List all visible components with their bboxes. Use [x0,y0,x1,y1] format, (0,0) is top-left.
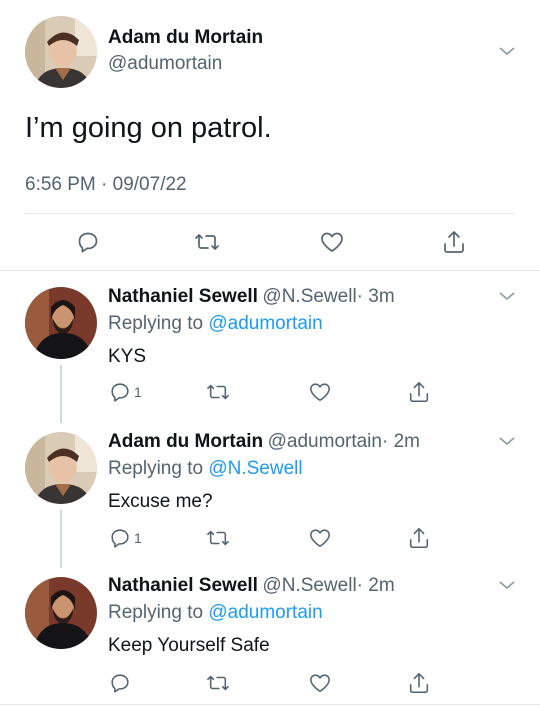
retweet-button[interactable] [206,381,230,403]
reply-text: Keep Yourself Safe [108,635,270,656]
reply-author-name[interactable]: Adam du Mortain [108,431,263,452]
reply-button[interactable] [109,672,134,694]
share-icon [409,381,429,403]
thread-connector [60,365,62,423]
reply-time[interactable]: · 2m [357,575,395,596]
like-button[interactable] [308,527,332,549]
divider [0,270,540,271]
like-button[interactable] [308,381,332,403]
like-icon [310,674,330,693]
reply-text: Excuse me? [108,491,213,512]
main-tweet-timestamp[interactable]: 6:56 PM · 09/07/22 [25,174,187,196]
reply-button[interactable]: 1 [109,527,142,549]
chevron-down-icon[interactable] [498,290,516,302]
retweet-icon [207,675,229,691]
reply-icon [111,529,129,548]
main-retweet-button[interactable] [194,230,220,254]
like-icon [321,232,343,252]
avatar-adam[interactable] [25,16,97,88]
share-icon [409,672,429,694]
chevron-down-icon[interactable] [498,435,516,447]
main-author-name[interactable]: Adam du Mortain [108,27,263,49]
reply-author-handle[interactable]: @N.Sewell [262,286,356,307]
thread-connector [60,510,62,568]
reply-author-name[interactable]: Nathaniel Sewell [108,575,258,596]
like-button[interactable] [308,672,332,694]
like-icon [310,383,330,402]
replying-to-link[interactable]: @adumortain [208,602,322,623]
retweet-button[interactable] [206,672,230,694]
reply-text: KYS [108,346,147,367]
share-icon [444,231,464,253]
avatar-nathaniel[interactable] [25,287,97,359]
main-tweet-text: I’m going on patrol. [25,112,272,144]
avatar-adam[interactable] [25,432,97,504]
reply-time[interactable]: · 3m [357,286,395,307]
reply-author-handle[interactable]: @adumortain [268,431,382,452]
reply-icon [78,232,98,253]
chevron-down-icon[interactable] [498,45,516,57]
reply-count: 1 [134,384,142,400]
reply-time[interactable]: · 2m [382,431,420,452]
reply-icon [111,674,129,693]
replying-to-link[interactable]: @adumortain [208,313,322,334]
retweet-icon [195,234,219,250]
share-icon [409,527,429,549]
share-button[interactable] [407,671,431,695]
avatar-nathaniel[interactable] [25,577,97,649]
reply-author-name[interactable]: Nathaniel Sewell [108,286,258,307]
main-share-button[interactable] [441,229,467,255]
divider [25,213,515,214]
replying-to-link[interactable]: @N.Sewell [208,458,302,479]
replying-to-label: Replying to [108,458,204,479]
reply-author-handle[interactable]: @N.Sewell [262,575,356,596]
reply-count: 1 [134,530,142,546]
reply-icon [111,383,129,402]
retweet-icon [207,530,229,546]
like-icon [310,529,330,548]
retweet-button[interactable] [206,527,230,549]
chevron-down-icon[interactable] [498,579,516,591]
reply-button[interactable]: 1 [109,381,142,403]
main-author-handle[interactable]: @adumortain [108,53,222,75]
divider [0,704,540,705]
main-reply-button[interactable] [76,230,100,254]
replying-to-label: Replying to [108,313,204,334]
retweet-icon [207,384,229,400]
share-button[interactable] [407,526,431,550]
share-button[interactable] [407,380,431,404]
replying-to-label: Replying to [108,602,204,623]
main-like-button[interactable] [319,230,345,254]
